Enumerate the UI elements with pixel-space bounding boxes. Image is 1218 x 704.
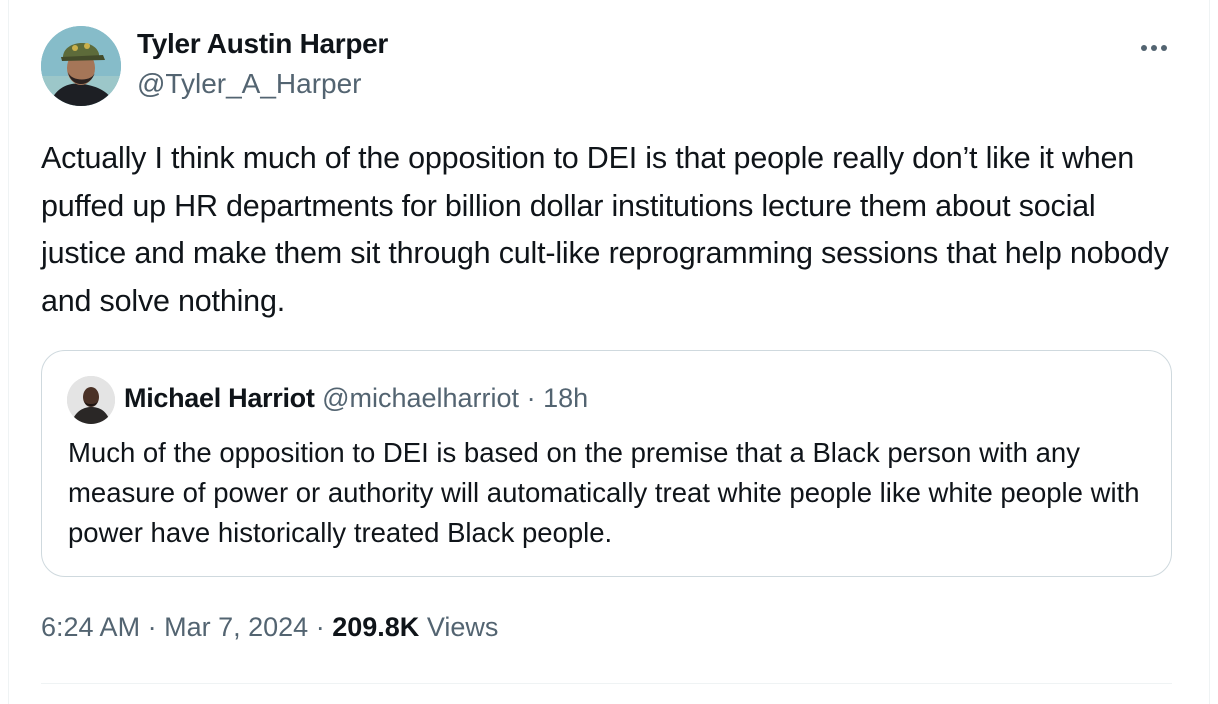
tweet-text: Actually I think much of the opposition … [41,141,1169,318]
avatar-photo-icon [41,26,121,106]
author-avatar[interactable] [41,26,121,106]
meta-separator: · [147,612,157,642]
quoted-age[interactable]: 18h [543,383,588,413]
tweet-date[interactable]: Mar 7, 2024 [164,612,308,642]
quoted-header: Michael Harriot @michaelharriot · 18h [124,383,588,414]
tweet-time[interactable]: 6:24 AM [41,612,140,642]
quoted-separator: · [526,383,536,413]
quoted-text: Much of the opposition to DEI is based o… [68,437,1140,548]
tweet-meta: 6:24 AM · Mar 7, 2024 · 209.8K Views [41,612,498,643]
quoted-tweet[interactable]: Michael Harriot @michaelharriot · 18h Mu… [41,350,1172,577]
views-count[interactable]: 209.8K [332,612,419,642]
author-handle[interactable]: @Tyler_A_Harper [137,68,362,100]
author-name[interactable]: Tyler Austin Harper [137,28,388,60]
avatar-photo-icon [67,376,115,424]
meta-separator: · [315,612,325,642]
more-options-button[interactable] [1134,28,1174,68]
quoted-author-avatar[interactable] [67,376,115,424]
quoted-author-name[interactable]: Michael Harriot [124,383,315,413]
more-horizontal-icon [1141,45,1167,51]
views-label: Views [426,612,499,642]
quoted-author-handle[interactable]: @michaelharriot [322,383,519,413]
divider [41,683,1172,684]
